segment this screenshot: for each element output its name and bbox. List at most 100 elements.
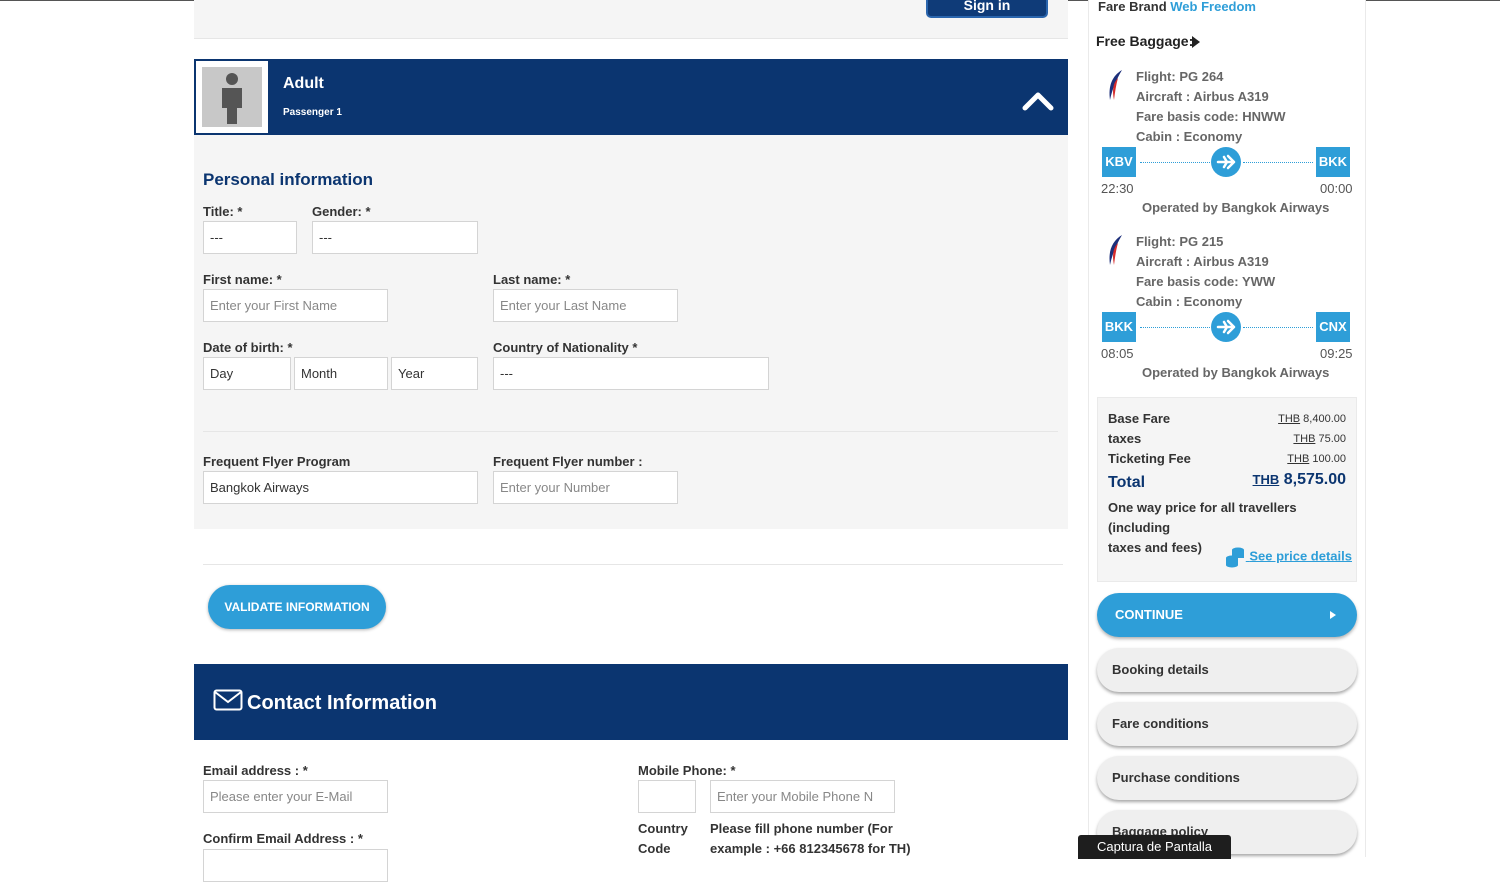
caret-right-icon <box>1330 611 1336 619</box>
last-name-input[interactable] <box>493 289 678 322</box>
flight-2-route-line-2 <box>1243 327 1313 328</box>
purchase-conditions-button[interactable]: Purchase conditions <box>1097 756 1357 800</box>
flight-1-origin: KBV <box>1102 147 1136 177</box>
personal-info-title: Personal information <box>203 170 374 189</box>
price-summary-box: Base Fare THB 8,400.00 taxes THB 75.00 T… <box>1097 397 1357 582</box>
passenger-avatar <box>196 61 268 133</box>
gender-select[interactable]: --- <box>312 221 478 254</box>
airplane-icon <box>1211 312 1241 342</box>
validate-information-button[interactable]: VALIDATE INFORMATION <box>208 585 386 629</box>
passenger-type: Adult <box>283 75 324 92</box>
see-price-details-label[interactable]: See price details <box>1249 548 1352 563</box>
taxes-amount: 75.00 <box>1318 433 1346 445</box>
caret-right-icon[interactable] <box>1191 35 1201 49</box>
ffp-label: Frequent Flyer Program <box>203 454 351 469</box>
price-note-line1: One way price for all travellers (includ… <box>1108 500 1297 535</box>
email-label: Email address : * <box>203 763 308 778</box>
fare-brand: Fare Brand Web Freedom <box>1098 0 1256 14</box>
chevron-up-icon[interactable] <box>1022 91 1054 111</box>
sign-in-button[interactable]: Sign in <box>926 0 1048 18</box>
flight-2-operator: Operated by Bangkok Airways <box>1142 365 1330 380</box>
country-code-line2: Code <box>638 841 671 856</box>
nationality-select[interactable]: --- <box>493 357 769 390</box>
flight-1-fare-basis: Fare basis code: HNWW <box>1136 109 1286 124</box>
taxes-label: taxes <box>1108 431 1142 446</box>
coins-icon <box>1225 547 1244 568</box>
booking-details-label: Booking details <box>1112 662 1209 677</box>
dob-month-select[interactable]: Month <box>294 357 388 390</box>
last-name-label: Last name: * <box>493 272 571 287</box>
currency-code: THB <box>1287 453 1310 465</box>
bangkok-airways-logo-icon <box>1109 235 1122 265</box>
see-price-details-link[interactable]: See price details <box>1224 546 1352 568</box>
flight-2-aircraft: Aircraft : Airbus A319 <box>1136 254 1269 269</box>
envelope-icon <box>213 689 243 711</box>
country-code-line1: Country <box>638 821 688 836</box>
passenger-index: Passenger 1 <box>283 107 342 118</box>
title-select[interactable]: --- <box>203 221 297 254</box>
nationality-label: Country of Nationality * <box>493 340 638 355</box>
currency-code: THB <box>1278 413 1301 425</box>
screenshot-tooltip: Captura de Pantalla <box>1078 835 1231 859</box>
total-value: THB 8,575.00 <box>1253 471 1346 489</box>
currency-code: THB <box>1293 433 1316 445</box>
ffn-label: Frequent Flyer number : <box>493 454 643 469</box>
first-name-input[interactable] <box>203 289 388 322</box>
section-divider <box>203 564 1063 565</box>
email-input[interactable] <box>203 780 388 813</box>
ticketing-fee-value: THB 100.00 <box>1287 453 1346 465</box>
title-label: Title: * <box>203 204 243 219</box>
ffp-select[interactable]: Bangkok Airways <box>203 471 478 504</box>
taxes-value: THB 75.00 <box>1293 433 1346 445</box>
flight-1-arrival: 00:00 <box>1320 181 1353 196</box>
flight-1-route-line <box>1140 162 1210 163</box>
dob-day-select[interactable]: Day <box>203 357 291 390</box>
ffn-input[interactable] <box>493 471 678 504</box>
flight-2-origin: BKK <box>1102 312 1136 342</box>
fare-brand-value[interactable]: Web Freedom <box>1170 0 1256 14</box>
gender-label: Gender: * <box>312 204 371 219</box>
flight-1-number: Flight: PG 264 <box>1136 69 1224 84</box>
country-code-label: Country Code <box>638 819 688 859</box>
flight-1-cabin: Cabin : Economy <box>1136 129 1243 144</box>
flight-2-cabin: Cabin : Economy <box>1136 294 1243 309</box>
continue-button[interactable]: CONTINUE <box>1097 593 1357 637</box>
flight-2-destination: CNX <box>1316 312 1350 342</box>
personal-info-panel <box>194 135 1068 529</box>
phone-note: Please fill phone number (For example : … <box>710 819 911 859</box>
person-icon <box>222 73 242 124</box>
contact-header: Contact Information <box>194 664 1068 740</box>
flight-2-number: Flight: PG 215 <box>1136 234 1224 249</box>
free-baggage-label[interactable]: Free Baggage: <box>1096 33 1193 49</box>
confirm-email-input[interactable] <box>203 849 388 882</box>
phone-note-line2: example : +66 812345678 for TH) <box>710 841 911 856</box>
form-divider <box>203 431 1058 432</box>
base-fare-amount: 8,400.00 <box>1303 413 1346 425</box>
total-label: Total <box>1108 474 1146 491</box>
continue-label: CONTINUE <box>1115 607 1183 622</box>
flight-2-departure: 08:05 <box>1101 346 1134 361</box>
flight-1-destination: BKK <box>1316 147 1350 177</box>
total-amount: 8,575.00 <box>1283 471 1346 488</box>
ticketing-fee-amount: 100.00 <box>1312 453 1346 465</box>
dob-label: Date of birth: * <box>203 340 293 355</box>
flight-1-departure: 22:30 <box>1101 181 1134 196</box>
country-code-input[interactable] <box>638 780 696 813</box>
base-fare-value: THB 8,400.00 <box>1278 413 1346 425</box>
flight-2-arrival: 09:25 <box>1320 346 1353 361</box>
airplane-icon <box>1211 147 1241 177</box>
booking-details-button[interactable]: Booking details <box>1097 648 1357 692</box>
purchase-conditions-label: Purchase conditions <box>1112 770 1240 785</box>
contact-title: Contact Information <box>247 692 437 714</box>
first-name-label: First name: * <box>203 272 282 287</box>
confirm-email-label: Confirm Email Address : * <box>203 831 363 846</box>
fare-conditions-button[interactable]: Fare conditions <box>1097 702 1357 746</box>
passenger-header[interactable]: Adult Passenger 1 <box>194 59 1068 135</box>
dob-year-select[interactable]: Year <box>391 357 478 390</box>
mobile-input[interactable] <box>710 780 895 813</box>
bangkok-airways-logo-icon <box>1109 70 1122 100</box>
ticketing-fee-label: Ticketing Fee <box>1108 451 1191 466</box>
fare-conditions-label: Fare conditions <box>1112 716 1209 731</box>
flight-2-route-line <box>1140 327 1210 328</box>
flight-1-operator: Operated by Bangkok Airways <box>1142 200 1330 215</box>
